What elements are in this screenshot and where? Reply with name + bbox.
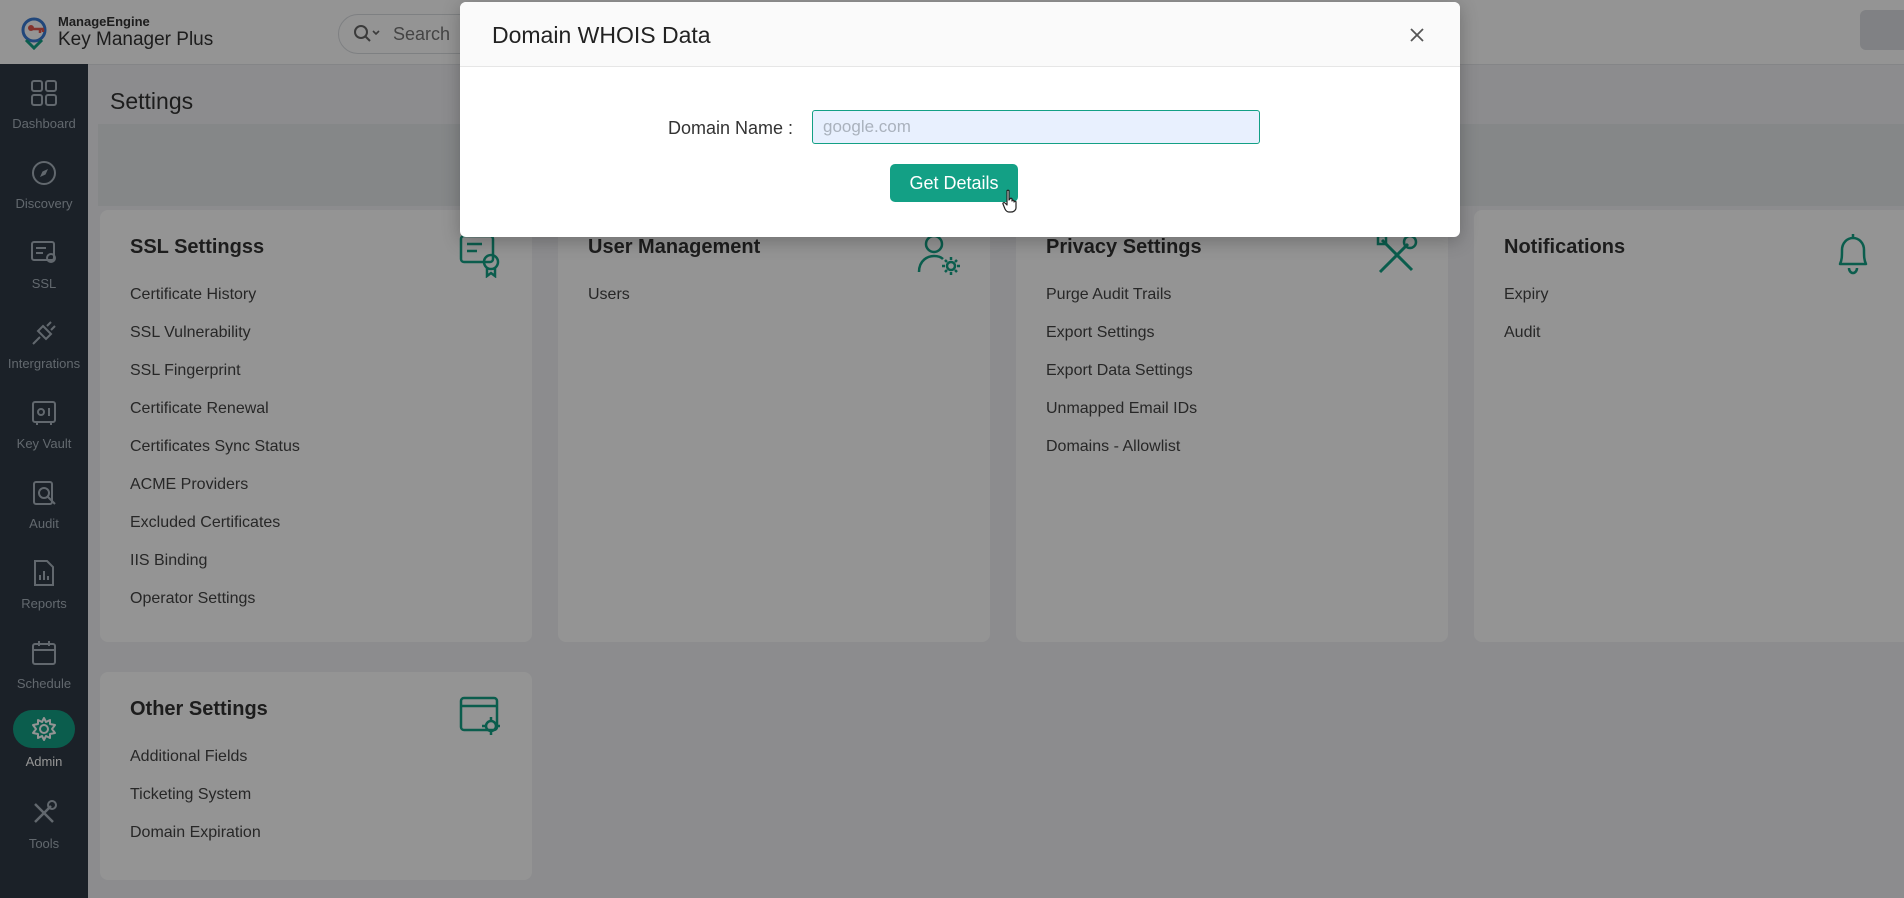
dialog-title: Domain WHOIS Data	[492, 22, 711, 48]
dialog-header: Domain WHOIS Data	[460, 2, 1460, 67]
domain-name-label: Domain Name :	[668, 118, 794, 138]
get-details-button[interactable]: Get Details	[890, 164, 1018, 202]
close-icon[interactable]	[1408, 26, 1426, 44]
domain-name-input[interactable]	[812, 110, 1260, 144]
domain-whois-dialog: Domain WHOIS Data Domain Name : Get Deta…	[460, 2, 1460, 237]
hand-cursor-icon	[1002, 189, 1017, 213]
